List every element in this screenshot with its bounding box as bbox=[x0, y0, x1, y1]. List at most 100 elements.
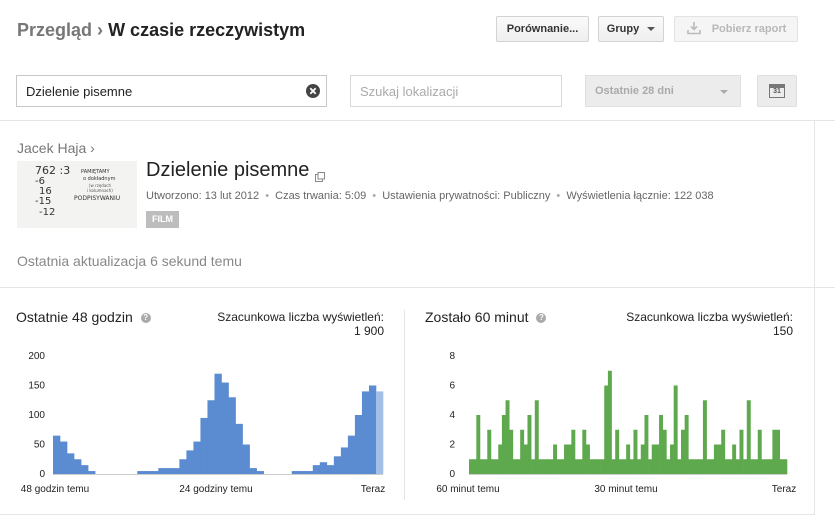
chart-bar[interactable] bbox=[659, 415, 664, 474]
video-search-input[interactable]: Dzielenie pisemne bbox=[16, 75, 327, 107]
chart-bar[interactable] bbox=[783, 459, 788, 474]
chart-bar[interactable] bbox=[666, 459, 671, 474]
chart-bar[interactable] bbox=[81, 465, 89, 474]
chart-bar[interactable] bbox=[549, 459, 554, 474]
chart-bar[interactable] bbox=[333, 456, 342, 474]
chart-bar[interactable] bbox=[545, 459, 550, 474]
breadcrumb-overview-link[interactable]: Przegląd bbox=[17, 20, 92, 40]
chart-bar[interactable] bbox=[571, 429, 576, 474]
chart-bar[interactable] bbox=[186, 450, 194, 474]
chart-bar[interactable] bbox=[779, 459, 784, 474]
chart-bar[interactable] bbox=[717, 444, 722, 475]
chart-bar[interactable] bbox=[312, 465, 321, 474]
chart-bar[interactable] bbox=[67, 453, 75, 474]
chart-bar[interactable] bbox=[768, 459, 773, 474]
chart-bar[interactable] bbox=[523, 444, 528, 475]
chart-bar[interactable] bbox=[699, 459, 704, 474]
chart-bar[interactable] bbox=[483, 459, 488, 474]
chart-bar[interactable] bbox=[476, 415, 481, 474]
chart-bar[interactable] bbox=[688, 459, 693, 474]
chart-bar[interactable] bbox=[531, 459, 536, 474]
chart-bar[interactable] bbox=[256, 471, 264, 474]
download-report-button[interactable]: Pobierz raport bbox=[674, 16, 798, 42]
chart-bar[interactable] bbox=[607, 370, 612, 474]
chart-bar[interactable] bbox=[520, 429, 525, 474]
chart-bar[interactable] bbox=[560, 459, 565, 474]
chart-bar[interactable] bbox=[681, 429, 685, 474]
chart-bar[interactable] bbox=[375, 391, 384, 474]
chart-bar[interactable] bbox=[670, 444, 674, 475]
chart-bar[interactable] bbox=[735, 459, 740, 474]
location-search-input[interactable]: Szukaj lokalizacji bbox=[350, 75, 562, 107]
chart-bar[interactable] bbox=[695, 459, 700, 474]
chart-bar[interactable] bbox=[490, 459, 495, 474]
chart-bar[interactable] bbox=[165, 468, 173, 474]
chart-bar[interactable] bbox=[509, 429, 514, 474]
chart-bar[interactable] bbox=[564, 444, 568, 475]
chart-bar[interactable] bbox=[505, 400, 510, 474]
chart-bar[interactable] bbox=[221, 382, 229, 474]
chart-bar[interactable] bbox=[347, 435, 356, 474]
chart-bar[interactable] bbox=[144, 471, 152, 474]
chart-bar[interactable] bbox=[724, 459, 729, 474]
chart-bar[interactable] bbox=[757, 429, 762, 474]
chart-bar[interactable] bbox=[326, 465, 335, 474]
chart-bar[interactable] bbox=[542, 459, 547, 474]
chart-bar[interactable] bbox=[582, 429, 587, 474]
chart-bar[interactable] bbox=[633, 429, 638, 474]
chart-bar[interactable] bbox=[702, 400, 707, 474]
chart-bar[interactable] bbox=[469, 459, 473, 474]
chart-bar[interactable] bbox=[207, 400, 215, 474]
calendar-button[interactable]: 31 bbox=[757, 75, 797, 107]
chart-bar[interactable] bbox=[498, 444, 503, 475]
chart-bar[interactable] bbox=[750, 459, 755, 474]
chart-bar[interactable] bbox=[593, 459, 598, 474]
chart-bar[interactable] bbox=[589, 459, 594, 474]
chart-bar[interactable] bbox=[538, 459, 543, 474]
chart-bar[interactable] bbox=[691, 459, 696, 474]
video-title[interactable]: Dzielenie pisemne bbox=[146, 159, 325, 188]
chart-bar[interactable] bbox=[158, 468, 166, 474]
video-thumbnail[interactable]: 762 :3 -6 16 -15 -12 PAMIĘTAMY o dokładn… bbox=[17, 161, 137, 228]
chart-bar[interactable] bbox=[578, 459, 583, 474]
chart-bar[interactable] bbox=[298, 471, 307, 474]
date-range-select[interactable]: Ostatnie 28 dni bbox=[585, 75, 741, 107]
chart-bar[interactable] bbox=[626, 444, 631, 475]
chart-bar[interactable] bbox=[556, 459, 561, 474]
chart-bar[interactable] bbox=[655, 444, 660, 475]
chart-bar[interactable] bbox=[319, 462, 328, 474]
chart-bar[interactable] bbox=[706, 459, 711, 474]
chart-bar[interactable] bbox=[739, 429, 744, 474]
chart-bar[interactable] bbox=[640, 444, 645, 475]
chart-bar[interactable] bbox=[611, 459, 616, 474]
chart-bar[interactable] bbox=[684, 415, 689, 474]
chart-bar[interactable] bbox=[361, 391, 370, 474]
chart-bar[interactable] bbox=[368, 385, 377, 475]
chart-bar[interactable] bbox=[622, 459, 627, 474]
chart-bar[interactable] bbox=[713, 444, 718, 475]
chart-bar[interactable] bbox=[228, 397, 236, 474]
chart-bar[interactable] bbox=[494, 459, 499, 474]
chart-bar[interactable] bbox=[291, 471, 300, 474]
chart-bar[interactable] bbox=[88, 471, 96, 474]
chart-bar[interactable] bbox=[596, 459, 601, 474]
chart-bar[interactable] bbox=[214, 373, 222, 474]
chart-bar[interactable] bbox=[193, 441, 201, 474]
chart-bar[interactable] bbox=[604, 385, 609, 475]
chart-bar[interactable] bbox=[527, 415, 532, 474]
chart-bar[interactable] bbox=[575, 459, 579, 474]
chart-bar[interactable] bbox=[534, 400, 539, 474]
chart-bar[interactable] bbox=[637, 459, 642, 474]
chart-bar[interactable] bbox=[761, 459, 766, 474]
chart-bar[interactable] bbox=[179, 459, 187, 474]
chart-bar[interactable] bbox=[776, 429, 780, 474]
chart-bar[interactable] bbox=[765, 459, 770, 474]
chart-bar[interactable] bbox=[501, 415, 506, 474]
chart-bar[interactable] bbox=[512, 459, 517, 474]
chart-bar[interactable] bbox=[746, 400, 751, 474]
chart-bar[interactable] bbox=[516, 459, 521, 474]
chart-bar[interactable] bbox=[728, 459, 733, 474]
chart-bar[interactable] bbox=[242, 444, 250, 475]
chart-bar[interactable] bbox=[644, 415, 649, 474]
chart-bar[interactable] bbox=[754, 459, 759, 474]
